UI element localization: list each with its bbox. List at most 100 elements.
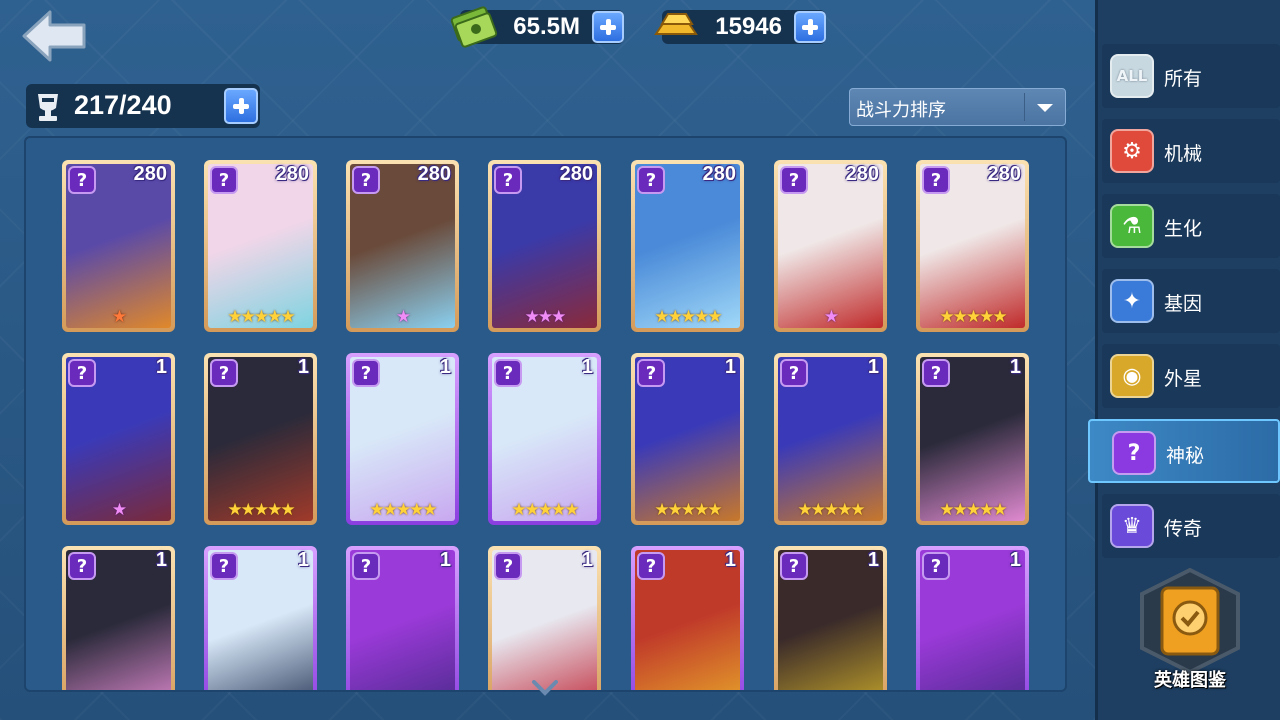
hero-card[interactable]: ? 280 ★: [774, 160, 887, 332]
hero-card[interactable]: ? 280 ★★★: [488, 160, 601, 332]
dna-icon: ✦: [1110, 279, 1154, 323]
mystery-faction-icon: ?: [352, 552, 380, 580]
mystery-faction-icon: ?: [494, 552, 522, 580]
hero-level: 280: [559, 163, 593, 185]
hero-star-rating: ★★★★★: [227, 500, 295, 520]
sidebar-item-label: 机械: [1164, 143, 1203, 165]
hero-star-rating: ★★★★★: [797, 500, 865, 520]
hero-level: 1: [724, 356, 736, 378]
sidebar-item-all[interactable]: ALL 所有: [1102, 44, 1280, 108]
hero-card[interactable]: ? 280 ★: [346, 160, 459, 332]
mystery-faction-icon: ?: [68, 166, 96, 194]
hero-level: 1: [867, 356, 879, 378]
hero-level: 280: [987, 163, 1021, 185]
sidebar-item-label: 生化: [1164, 218, 1203, 240]
hero-card[interactable]: ? 1 ★★★★★: [346, 353, 459, 525]
gold-display: 15946: [654, 10, 826, 44]
sidebar-item-mechanical[interactable]: ⚙ 机械: [1102, 119, 1280, 183]
hero-card[interactable]: ? 1 ★★★★★: [204, 353, 317, 525]
dropdown-separator: [1024, 93, 1025, 121]
sidebar-item-dna[interactable]: ✦ 基因: [1102, 269, 1280, 333]
hero-star-rating: ★: [823, 307, 839, 327]
mystery-faction-icon: ?: [637, 552, 665, 580]
hero-star-rating: ★★★: [524, 307, 567, 327]
hero-level: 1: [724, 549, 736, 571]
hero-card[interactable]: ? 1: [916, 546, 1029, 690]
add-gold-button[interactable]: [794, 11, 826, 43]
codex-label: 英雄图鉴: [1154, 670, 1226, 691]
add-cash-button[interactable]: [592, 11, 624, 43]
hero-card[interactable]: ? 280 ★★★★★: [631, 160, 744, 332]
hero-codex-button[interactable]: 英雄图鉴: [1130, 566, 1250, 696]
hero-card[interactable]: ? 280 ★★★★★: [204, 160, 317, 332]
mystery-faction-icon: ?: [68, 552, 96, 580]
hero-level: 1: [439, 549, 451, 571]
mystery-faction-icon: ?: [210, 166, 238, 194]
chevron-down-icon: [1037, 104, 1053, 112]
hero-card[interactable]: ? 1 ★: [62, 353, 175, 525]
hero-level: 280: [702, 163, 736, 185]
mystery-faction-icon: ?: [494, 359, 522, 387]
hero-level: 280: [133, 163, 167, 185]
sidebar-item-legend[interactable]: ♛ 传奇: [1102, 494, 1280, 558]
hero-level: 280: [417, 163, 451, 185]
legend-icon: ♛: [1110, 504, 1154, 548]
back-button[interactable]: [20, 8, 90, 64]
hero-level: 1: [439, 356, 451, 378]
back-arrow-icon: [22, 10, 86, 62]
mystery-faction-icon: ?: [210, 359, 238, 387]
hero-star-rating: ★: [111, 500, 127, 520]
hero-level: 1: [867, 549, 879, 571]
hero-grid[interactable]: ? 280 ★? 280 ★★★★★? 280 ★? 280 ★★★? 280 ★★★★★? 280 ★…: [24, 136, 1067, 692]
hero-card[interactable]: ? 1 ★★★★★: [488, 353, 601, 525]
hero-card[interactable]: ? 1 ★★★★★: [631, 353, 744, 525]
flask-icon: ⚗: [1110, 204, 1154, 248]
all-icon: ALL: [1110, 54, 1154, 98]
sidebar-item-label: 传奇: [1164, 518, 1203, 540]
hero-level: 1: [1009, 549, 1021, 571]
sidebar-item-label: 基因: [1164, 293, 1203, 315]
cash-display: 65.5M: [450, 6, 624, 48]
hero-level: 1: [155, 356, 167, 378]
sidebar-item-label: 神秘: [1166, 445, 1205, 467]
mechanical-icon: ⚙: [1110, 129, 1154, 173]
gold-bar-icon: [654, 13, 698, 35]
gold-value: 15946: [715, 13, 782, 40]
mystery-faction-icon: ?: [68, 359, 96, 387]
hero-level: 1: [581, 549, 593, 571]
hero-level: 1: [297, 356, 309, 378]
hero-card[interactable]: ? 1 ★★★★★: [916, 353, 1029, 525]
mystery-faction-icon: ?: [352, 359, 380, 387]
hero-level: 1: [297, 549, 309, 571]
hero-card[interactable]: ? 1: [488, 546, 601, 690]
sidebar-item-alien[interactable]: ◉ 外星: [1102, 344, 1280, 408]
capacity-value: 217/240: [74, 90, 172, 120]
alien-icon: ◉: [1110, 354, 1154, 398]
hero-card[interactable]: ? 1: [774, 546, 887, 690]
sort-dropdown-label: 战斗力排序: [856, 100, 946, 121]
hero-card[interactable]: ? 280 ★: [62, 160, 175, 332]
hero-card[interactable]: ? 1: [346, 546, 459, 690]
sidebar-item-label: 外星: [1164, 368, 1203, 390]
hero-card[interactable]: ? 1: [631, 546, 744, 690]
sort-dropdown[interactable]: 战斗力排序: [849, 88, 1066, 126]
mystery-faction-icon: ?: [922, 166, 950, 194]
hero-level: 1: [581, 356, 593, 378]
hero-level: 1: [1009, 356, 1021, 378]
scroll-down-chevron-icon: [532, 680, 558, 696]
sidebar-item-mystery[interactable]: ? 神秘: [1088, 419, 1280, 483]
expand-capacity-button[interactable]: [224, 88, 258, 124]
hero-capacity: 217/240: [26, 84, 260, 128]
hero-star-rating: ★: [111, 307, 127, 327]
hero-card[interactable]: ? 280 ★★★★★: [916, 160, 1029, 332]
hero-star-rating: ★★★★★: [654, 307, 722, 327]
hero-star-rating: ★★★★★: [227, 307, 295, 327]
mystery-faction-icon: ?: [922, 552, 950, 580]
hero-card[interactable]: ? 1 ★★★★★: [774, 353, 887, 525]
hero-card[interactable]: ? 1: [62, 546, 175, 690]
mystery-faction-icon: ?: [922, 359, 950, 387]
hero-card[interactable]: ? 1: [204, 546, 317, 690]
trophy-icon: [38, 94, 58, 121]
sidebar-item-flask[interactable]: ⚗ 生化: [1102, 194, 1280, 258]
hero-star-rating: ★★★★★: [939, 500, 1007, 520]
